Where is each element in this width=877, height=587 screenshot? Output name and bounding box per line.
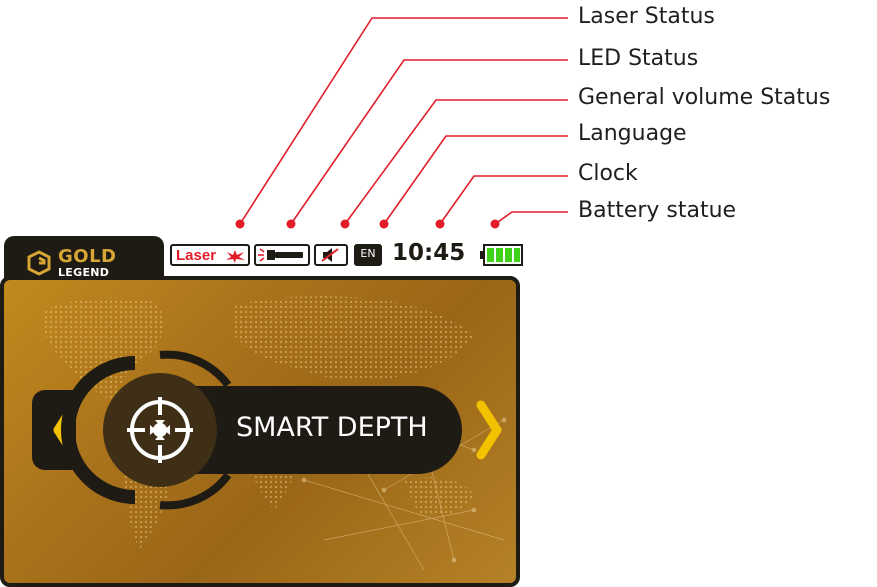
callout-dot-volume bbox=[340, 219, 350, 229]
battery-icon bbox=[480, 244, 523, 266]
callout-label-led: LED Status bbox=[578, 46, 699, 71]
callout-label-language: Language bbox=[578, 121, 687, 146]
led-status-icon bbox=[254, 244, 310, 266]
gold-legend-logo-icon bbox=[27, 250, 51, 276]
volume-status-icon bbox=[314, 244, 348, 266]
callout-label-clock: Clock bbox=[578, 161, 638, 186]
callout-label-volume: General volume Status bbox=[578, 85, 831, 110]
brand-name: GOLD bbox=[58, 246, 117, 267]
callout-dot-language bbox=[379, 219, 389, 229]
clock-display: 10:45 bbox=[392, 240, 466, 266]
language-code: EN bbox=[360, 247, 376, 260]
chevron-right-icon[interactable] bbox=[476, 400, 502, 460]
battery-bar bbox=[487, 248, 494, 262]
callout-label-battery: Battery statue bbox=[578, 198, 737, 223]
callout-dot-led bbox=[286, 219, 296, 229]
laser-status-icon: Laser bbox=[170, 244, 250, 266]
battery-bar bbox=[505, 248, 512, 262]
callout-dot-laser bbox=[235, 219, 245, 229]
language-indicator: EN bbox=[354, 244, 382, 266]
laser-label: Laser bbox=[176, 247, 217, 264]
callout-line-battery bbox=[494, 211, 568, 225]
callout-dot-battery bbox=[490, 219, 500, 229]
callout-line-volume bbox=[344, 99, 568, 225]
battery-bar bbox=[514, 248, 520, 262]
callout-line-laser bbox=[239, 17, 568, 225]
callout-line-led bbox=[290, 59, 568, 225]
callout-label-laser: Laser Status bbox=[578, 4, 715, 29]
callout-dot-clock bbox=[435, 219, 445, 229]
mode-selector bbox=[32, 350, 502, 510]
mode-title: SMART DEPTH bbox=[236, 412, 428, 443]
speaker-muted-icon bbox=[321, 248, 339, 262]
laser-beam-icon bbox=[226, 250, 245, 263]
callout-line-language bbox=[383, 135, 568, 225]
battery-bar bbox=[496, 248, 503, 262]
flashlight-icon bbox=[258, 248, 303, 262]
